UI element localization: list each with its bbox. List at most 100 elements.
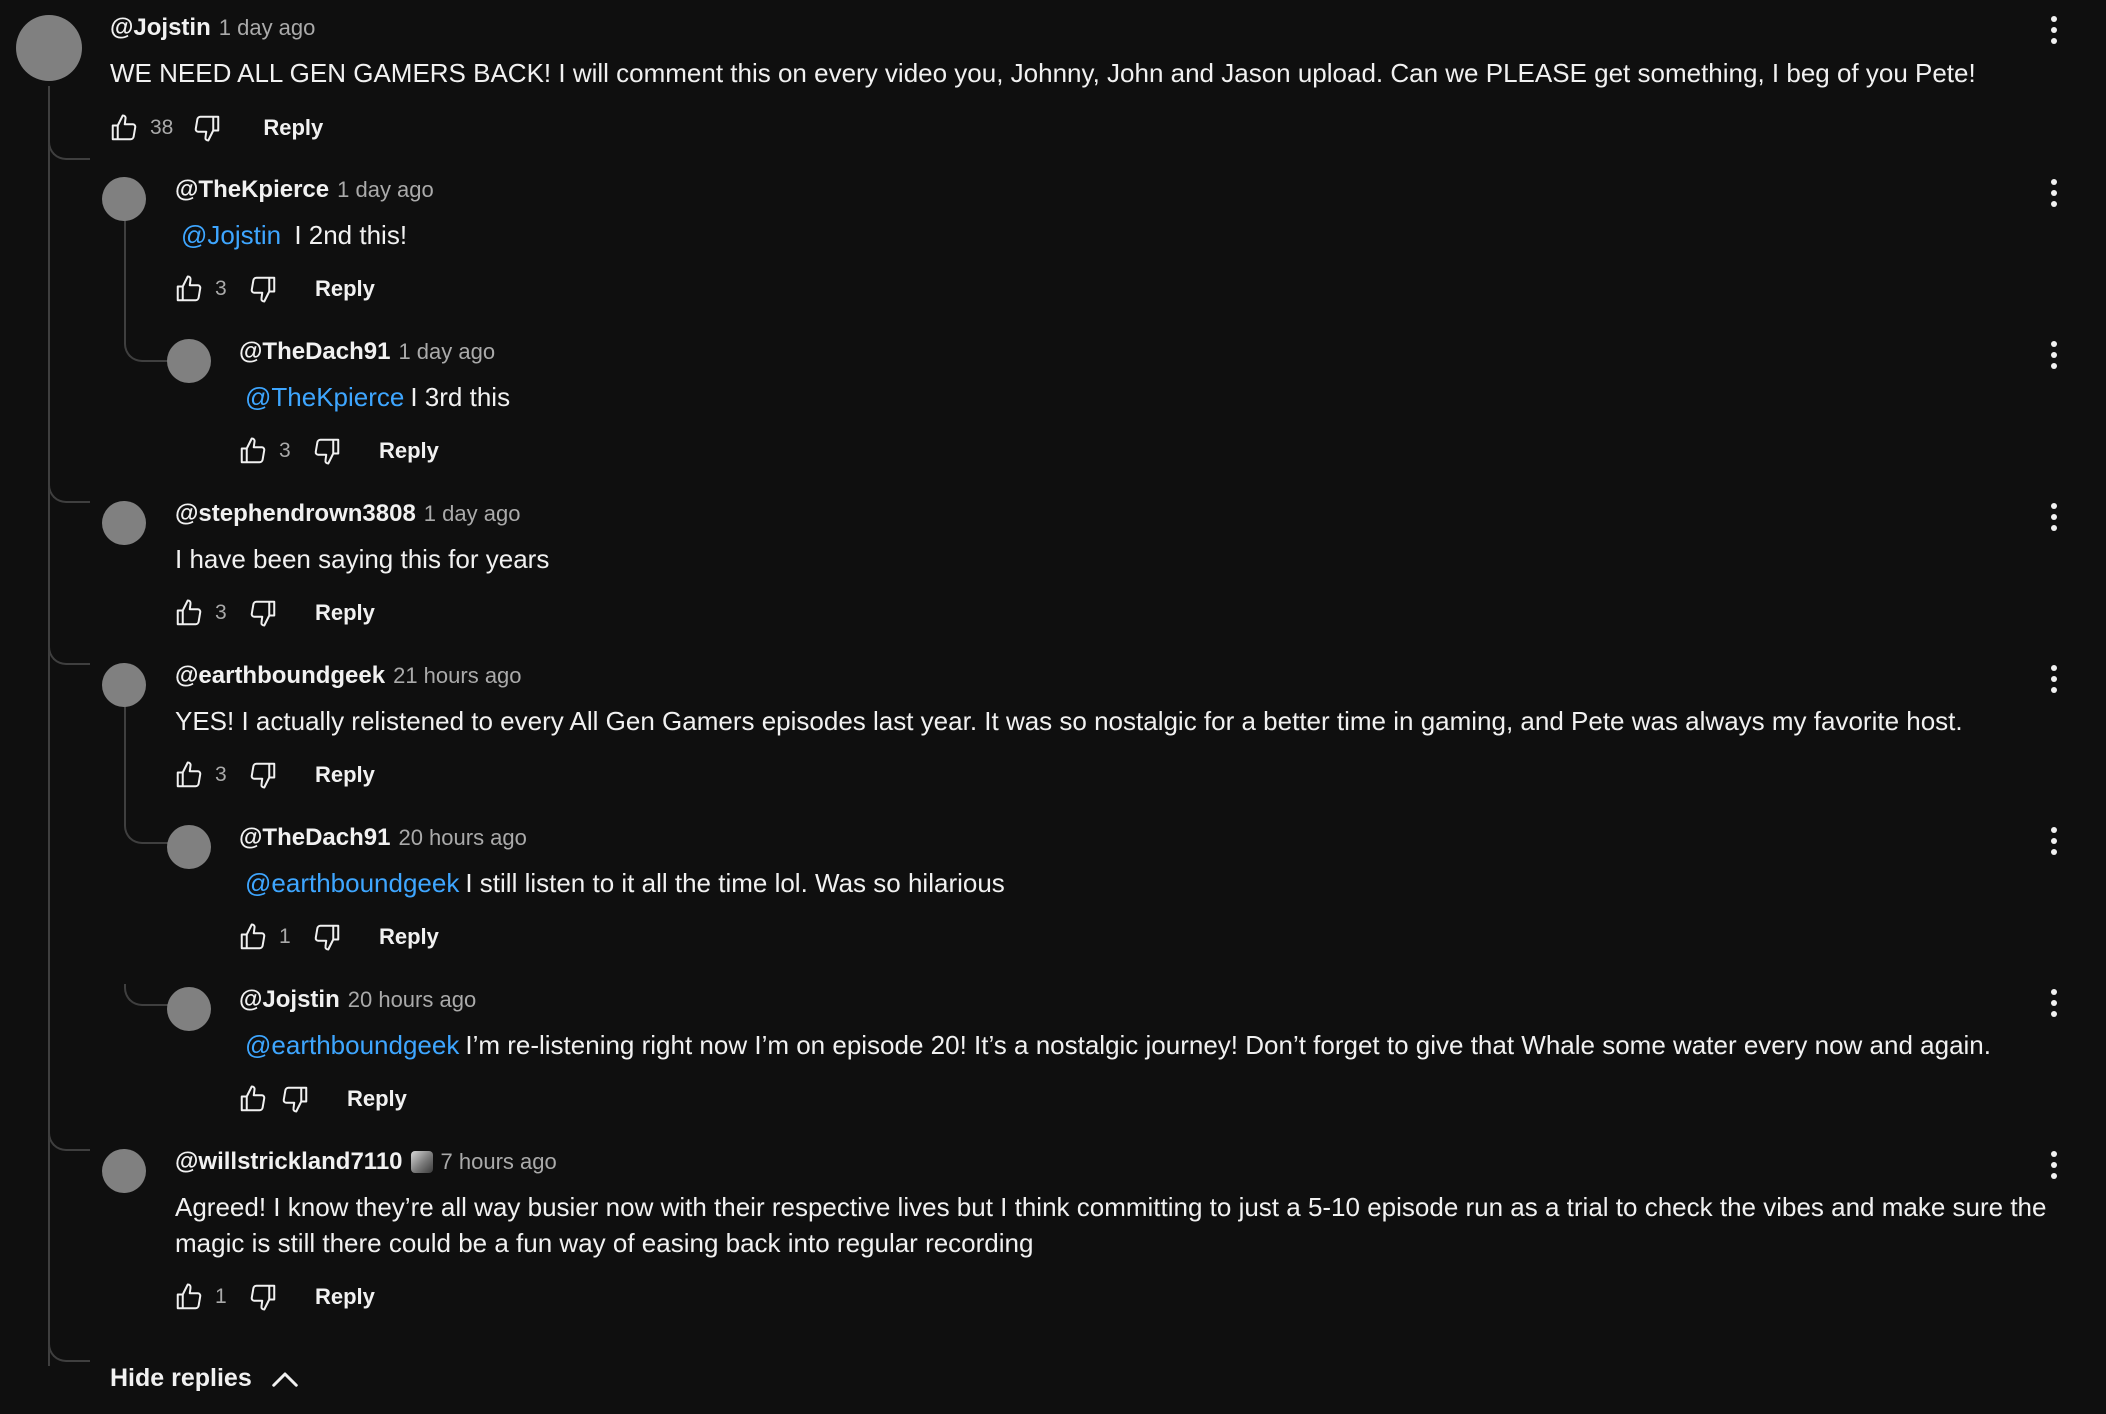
comment-actions: 1 Reply [173,1281,375,1313]
timestamp[interactable]: 20 hours ago [398,825,526,851]
kebab-icon [2051,190,2057,196]
author-name[interactable]: @TheDach91 [239,338,390,366]
timestamp[interactable]: 20 hours ago [348,987,476,1013]
reply-thread-line [124,705,126,825]
mention-link[interactable]: @earthboundgeek [245,1030,459,1060]
like-button[interactable] [173,759,205,791]
more-options-button[interactable] [2042,499,2066,535]
avatar[interactable] [102,663,146,707]
thumbs-down-icon [250,600,276,627]
dislike-button[interactable] [311,435,343,467]
reply-button[interactable]: Reply [263,115,323,141]
dislike-button[interactable] [247,1281,279,1313]
author-name[interactable]: @earthboundgeek [175,662,385,690]
reply-button[interactable]: Reply [379,438,439,464]
thread-branch [124,822,168,844]
comment-body: I have been saying this for years [175,544,550,574]
avatar[interactable] [167,987,211,1031]
like-button[interactable] [237,921,269,953]
like-button[interactable] [237,1083,269,1115]
mention-link[interactable]: @TheKpierce [245,382,404,412]
member-badge-icon [410,1151,433,1173]
thread-branch [48,481,90,503]
like-button[interactable] [108,112,140,144]
kebab-icon [2051,525,2057,531]
thread-branch [48,643,90,665]
timestamp[interactable]: 1 day ago [219,15,316,41]
avatar[interactable] [102,501,146,545]
thread-branch [48,138,90,160]
more-options-button[interactable] [2042,985,2066,1021]
reply-button[interactable]: Reply [315,600,375,626]
more-options-button[interactable] [2042,12,2066,48]
reply-thread-line [124,220,126,340]
timestamp[interactable]: 7 hours ago [441,1149,557,1175]
avatar[interactable] [102,177,146,221]
comment-body: WE NEED ALL GEN GAMERS BACK! I will comm… [110,58,1976,88]
author-name[interactable]: @Jojstin [110,14,211,42]
thread-line [48,86,50,1366]
like-button[interactable] [173,1281,205,1313]
kebab-icon [2051,676,2057,682]
dislike-button[interactable] [247,597,279,629]
more-options-button[interactable] [2042,175,2066,211]
thumbs-up-icon [176,1283,202,1310]
more-options-button[interactable] [2042,1147,2066,1183]
dislike-button[interactable] [247,759,279,791]
avatar[interactable] [167,339,211,383]
reply-button[interactable]: Reply [315,762,375,788]
dislike-button[interactable] [279,1083,311,1115]
thumbs-down-icon [314,924,340,951]
more-options-button[interactable] [2042,337,2066,373]
reply-button[interactable]: Reply [347,1086,407,1112]
thumbs-up-icon [176,761,202,788]
more-options-button[interactable] [2042,823,2066,859]
author-name[interactable]: @willstrickland7110 [175,1148,403,1176]
like-button[interactable] [173,273,205,305]
author-name[interactable]: @TheDach91 [239,824,390,852]
comment-text: @earthboundgeek I’m re-listening right no… [245,1027,1991,1063]
thumbs-down-icon [250,762,276,789]
thumbs-down-icon [314,438,340,465]
kebab-icon [2051,352,2057,358]
avatar[interactable] [102,1149,146,1193]
reply-button[interactable]: Reply [315,1284,375,1310]
comment-text: @TheKpierce I 3rd this [245,379,510,415]
author-name[interactable]: @TheKpierce [175,176,329,204]
thumbs-down-icon [195,115,220,142]
dislike-button[interactable] [311,921,343,953]
comment-actions: 3 Reply [173,273,375,305]
thumbs-up-icon [176,275,202,302]
comment-header: @TheKpierce 1 day ago [175,176,434,204]
mention-link[interactable]: @earthboundgeek [245,868,459,898]
dislike-button[interactable] [191,112,223,144]
timestamp[interactable]: 1 day ago [398,339,495,365]
kebab-icon [2051,838,2057,844]
author-name[interactable]: @Jojstin [239,986,340,1014]
timestamp[interactable]: 1 day ago [424,501,521,527]
reply-button[interactable]: Reply [315,276,375,302]
comment-body: I’m re-listening right now I’m on episod… [465,1030,1991,1060]
author-name[interactable]: @stephendrown3808 [175,500,416,528]
like-button[interactable] [173,597,205,629]
comment-body: I 3rd this [410,382,511,412]
comment-actions: 3 Reply [237,435,439,467]
comment-header: @willstrickland7110 7 hours ago [175,1148,557,1176]
kebab-icon [2051,38,2057,44]
chevron-up-icon [271,1372,298,1387]
like-button[interactable] [237,435,269,467]
like-count: 1 [279,925,291,948]
timestamp[interactable]: 21 hours ago [393,663,521,689]
comment-thread: @Jojstin 1 day ago WE NEED ALL GEN GAMER… [0,0,2106,1414]
like-count: 3 [215,277,227,300]
avatar[interactable] [167,825,211,869]
kebab-icon [2051,341,2057,347]
timestamp[interactable]: 1 day ago [337,177,434,203]
dislike-button[interactable] [247,273,279,305]
hide-replies-button[interactable]: Hide replies [110,1364,300,1393]
reply-button[interactable]: Reply [379,924,439,950]
thumbs-down-icon [250,1284,276,1311]
avatar[interactable] [16,15,82,81]
more-options-button[interactable] [2042,661,2066,697]
mention-link[interactable]: @Jojstin [181,220,281,250]
